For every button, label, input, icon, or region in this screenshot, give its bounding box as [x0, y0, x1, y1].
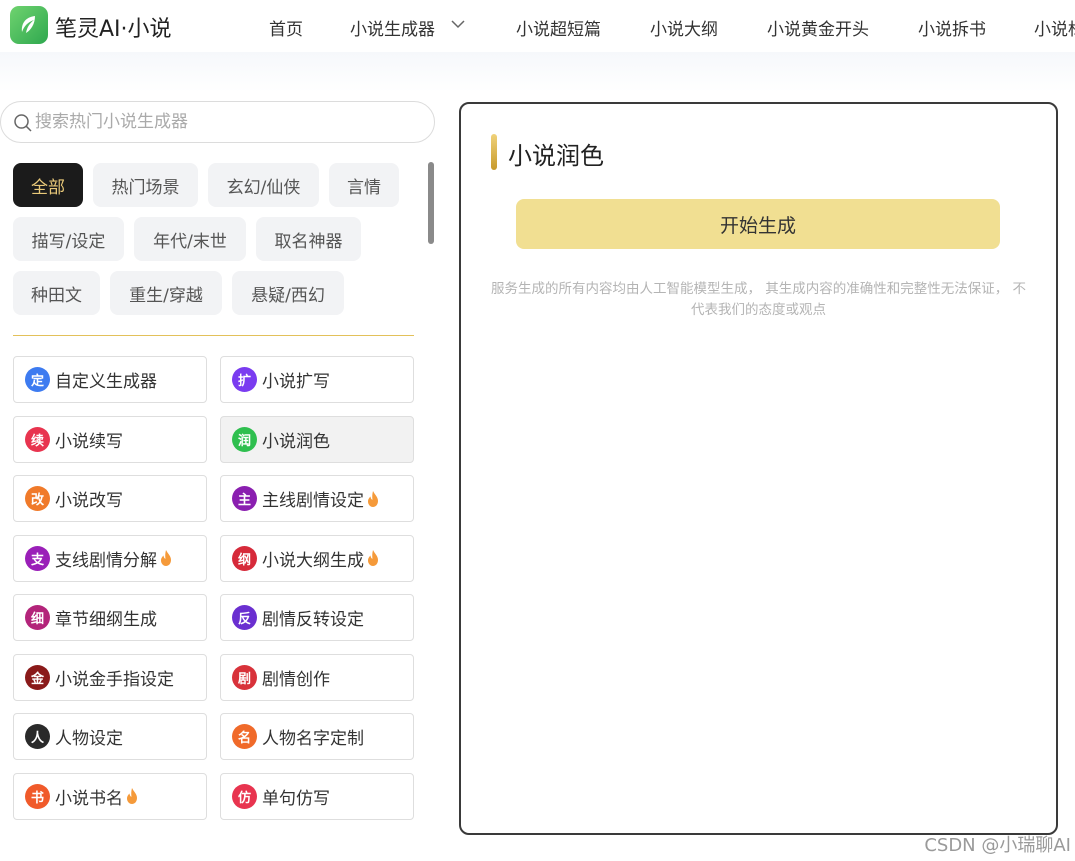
generator-label: 人物设定 — [55, 729, 123, 749]
fire-icon — [368, 490, 378, 507]
tag-rebirth[interactable]: 重生/穿越 — [110, 271, 222, 315]
logo-icon[interactable] — [10, 6, 48, 44]
generator-icon: 主 — [232, 486, 257, 511]
nav-book-breakdown[interactable]: 小说拆书 — [918, 15, 986, 40]
nav-short-novel[interactable]: 小说超短篇 — [516, 15, 601, 40]
generator-card[interactable]: 人人物设定 — [13, 713, 207, 760]
generator-icon: 扩 — [232, 367, 257, 392]
generator-card[interactable]: 定自定义生成器 — [13, 356, 207, 403]
generator-icon: 仿 — [232, 783, 257, 809]
section-divider — [13, 335, 414, 336]
generator-icon: 剧 — [232, 664, 257, 690]
nav-novel-title[interactable]: 小说标 — [1034, 15, 1075, 40]
search-input[interactable] — [35, 108, 415, 136]
sidebar-scrollbar[interactable] — [428, 162, 434, 244]
generator-label: 小说金手指设定 — [55, 669, 174, 690]
tag-mystery[interactable]: 悬疑/西幻 — [232, 271, 344, 315]
generator-card[interactable]: 细章节细纲生成 — [13, 594, 207, 641]
generator-label: 支线剧情分解 — [55, 550, 157, 571]
generator-label: 小说大纲生成 — [262, 550, 364, 571]
generator-icon: 名 — [232, 724, 257, 749]
generator-label: 自定义生成器 — [55, 372, 157, 392]
generator-label: 小说润色 — [262, 431, 330, 452]
tag-era[interactable]: 年代/末世 — [134, 217, 246, 261]
generator-card[interactable]: 主主线剧情设定 — [220, 475, 414, 522]
generator-card[interactable]: 金小说金手指设定 — [13, 653, 207, 701]
start-generate-button[interactable]: 开始生成 — [516, 199, 1000, 249]
tag-naming[interactable]: 取名神器 — [256, 217, 361, 261]
generator-icon: 纲 — [232, 545, 257, 571]
generator-card[interactable]: 纲小说大纲生成 — [220, 534, 414, 582]
tag-hot-scenes[interactable]: 热门场景 — [93, 163, 198, 207]
tag-romance[interactable]: 言情 — [329, 163, 399, 207]
generator-card[interactable]: 支支线剧情分解 — [13, 534, 207, 582]
generator-label: 剧情创作 — [262, 669, 330, 690]
watermark: CSDN @小瑞聊AI — [924, 835, 1071, 856]
generator-panel: 小说润色 开始生成 服务生成的所有内容均由人工智能模型生成， 其生成内容的准确性… — [459, 102, 1058, 835]
nav-novel-outline[interactable]: 小说大纲 — [650, 15, 718, 40]
generator-label: 人物名字定制 — [262, 729, 364, 749]
generator-card[interactable]: 续小说续写 — [13, 415, 207, 463]
nav-home[interactable]: 首页 — [269, 15, 303, 40]
nav-novel-generator[interactable]: 小说生成器 — [350, 15, 435, 40]
header-shadow-band — [0, 52, 1075, 92]
generator-card[interactable]: 书小说书名 — [13, 772, 207, 820]
fire-icon — [161, 550, 171, 566]
panel-title: 小说润色 — [508, 142, 604, 170]
generator-label: 剧情反转设定 — [262, 610, 364, 630]
generator-icon: 定 — [25, 367, 50, 392]
generator-card[interactable]: 名人物名字定制 — [220, 713, 414, 760]
chevron-down-icon[interactable] — [450, 16, 466, 32]
generator-card[interactable]: 仿单句仿写 — [220, 772, 414, 820]
generator-icon: 金 — [25, 664, 50, 690]
generator-card[interactable]: 扩小说扩写 — [220, 356, 414, 403]
generator-card[interactable]: 改小说改写 — [13, 475, 207, 522]
fire-icon — [368, 550, 378, 566]
generator-card[interactable]: 剧剧情创作 — [220, 653, 414, 701]
generator-label: 章节细纲生成 — [55, 610, 157, 630]
logo-text[interactable]: 笔灵AI·小说 — [55, 11, 172, 43]
generator-label: 小说续写 — [55, 431, 123, 452]
tag-farming[interactable]: 种田文 — [13, 271, 100, 315]
nav-golden-opening[interactable]: 小说黄金开头 — [767, 15, 869, 40]
generator-card[interactable]: 润小说润色 — [220, 415, 414, 463]
generator-label: 小说扩写 — [262, 372, 330, 392]
generator-icon: 改 — [25, 486, 50, 511]
generator-icon: 支 — [25, 545, 50, 571]
title-accent-bar — [491, 134, 497, 170]
generator-label: 单句仿写 — [262, 788, 330, 809]
generator-icon: 反 — [232, 605, 257, 630]
search-icon — [14, 114, 32, 132]
tag-description[interactable]: 描写/设定 — [13, 217, 124, 261]
generator-label: 主线剧情设定 — [262, 491, 364, 511]
top-navigation-bar: 笔灵AI·小说 首页 小说生成器 小说超短篇 小说大纲 小说黄金开头 小说拆书 … — [0, 0, 1075, 52]
search-box[interactable] — [0, 101, 435, 143]
generator-icon: 细 — [25, 605, 50, 630]
generator-card[interactable]: 反剧情反转设定 — [220, 594, 414, 641]
disclaimer-text: 服务生成的所有内容均由人工智能模型生成， 其生成内容的准确性和完整性无法保证， … — [490, 281, 1027, 318]
generator-label: 小说改写 — [55, 491, 123, 511]
generator-icon: 润 — [232, 426, 257, 452]
generator-icon: 书 — [25, 783, 50, 809]
tag-all[interactable]: 全部 — [13, 163, 83, 207]
tag-fantasy[interactable]: 玄幻/仙侠 — [208, 163, 319, 207]
generator-icon: 续 — [25, 426, 50, 452]
fire-icon — [127, 788, 137, 804]
generator-icon: 人 — [25, 724, 50, 749]
generator-label: 小说书名 — [55, 788, 123, 809]
